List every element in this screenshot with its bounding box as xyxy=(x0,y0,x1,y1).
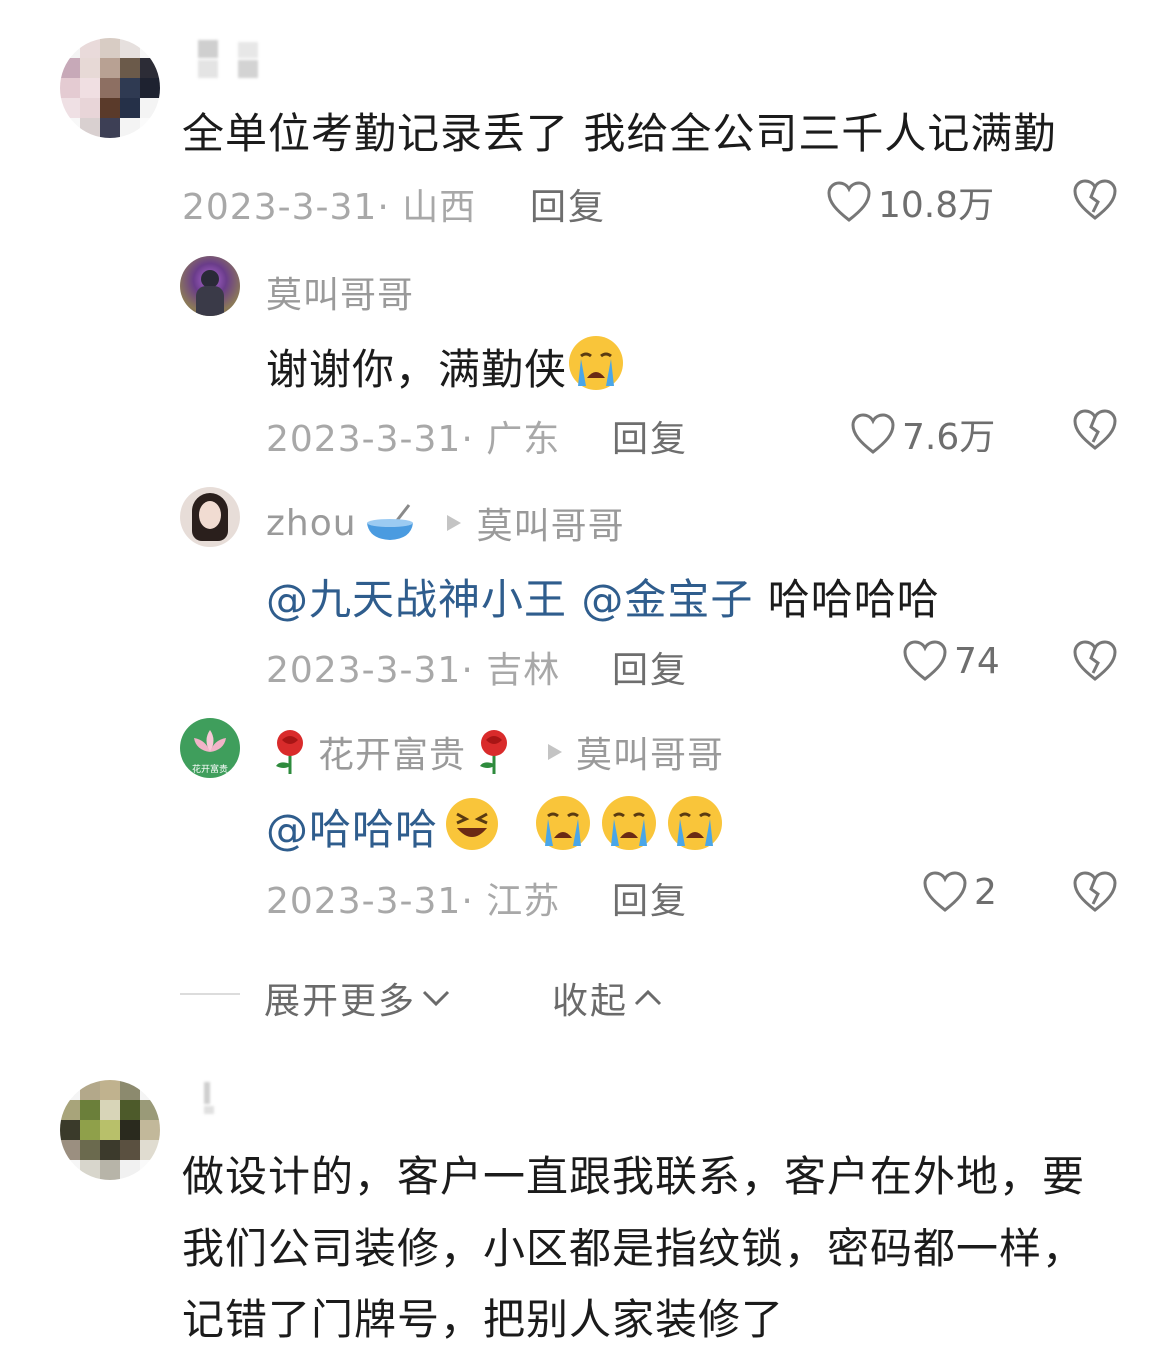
username-redacted xyxy=(200,1082,216,1114)
play-arrow-icon xyxy=(446,515,461,531)
reply-text: @哈哈哈 xyxy=(266,794,724,857)
comment-text-line: 记错了门牌号，把别人家装修了 xyxy=(182,1295,785,1344)
rose-emoji xyxy=(276,730,303,774)
mention-link[interactable]: @金宝子 xyxy=(581,575,753,624)
reply-username[interactable]: 花开富贵 xyxy=(318,726,466,778)
reply-button[interactable]: 回复 xyxy=(612,410,688,462)
reply-location: 吉林 xyxy=(486,650,561,691)
expand-more-label: 展开更多 xyxy=(264,981,417,1022)
heart-icon xyxy=(827,181,871,222)
reply-location: 广东 xyxy=(486,419,561,460)
reply-button[interactable]: 回复 xyxy=(612,872,688,924)
mention-link[interactable]: @哈哈哈 xyxy=(266,805,438,854)
broken-heart-icon xyxy=(1073,179,1117,220)
comment-date: 2023-3-31 xyxy=(182,187,378,228)
heart-icon xyxy=(903,640,947,681)
comment-text-line: 我们公司装修，小区都是指纹锁，密码都一样， xyxy=(182,1224,1086,1273)
comment-text-line: 做设计的，客户一直跟我联系，客户在外地，要 xyxy=(182,1152,1086,1201)
laughing-emoji xyxy=(446,798,499,850)
dislike-button[interactable] xyxy=(1072,639,1118,687)
avatar[interactable] xyxy=(60,1080,160,1180)
comment-location: 山西 xyxy=(402,187,477,228)
dislike-button[interactable] xyxy=(1072,178,1118,226)
play-arrow-icon xyxy=(548,744,563,760)
reply-text: @九天战神小王 @金宝子 哈哈哈哈 xyxy=(266,575,940,624)
like-count: 2 xyxy=(974,871,997,913)
like-count: 10.8万 xyxy=(878,185,995,226)
broken-heart-icon xyxy=(1073,409,1117,450)
reply-button[interactable]: 回复 xyxy=(612,641,688,693)
reply-username[interactable]: 莫叫哥哥 xyxy=(266,266,414,318)
crying-emoji xyxy=(569,336,624,390)
heart-icon xyxy=(923,871,967,912)
avatar[interactable] xyxy=(180,256,240,316)
crying-emoji xyxy=(602,796,657,850)
crying-emoji xyxy=(536,796,591,850)
reply-button[interactable]: 回复 xyxy=(530,178,606,230)
reply-username[interactable]: zhou xyxy=(266,503,357,544)
chevron-down-icon xyxy=(422,990,450,1007)
reply-meta: 2023-3-31· 广东 xyxy=(266,419,561,460)
comment-meta: 2023-3-31· 山西 xyxy=(182,187,477,228)
like-button[interactable]: 10.8万 xyxy=(826,176,994,228)
reply-meta: 2023-3-31· 江苏 xyxy=(266,881,561,922)
like-button[interactable]: 7.6万 xyxy=(850,408,995,460)
like-count: 74 xyxy=(954,640,1000,682)
collapse-button[interactable]: 收起 xyxy=(552,972,664,1024)
chevron-up-icon xyxy=(634,989,662,1006)
like-button[interactable]: 2 xyxy=(922,870,997,914)
like-count: 7.6万 xyxy=(902,417,996,458)
avatar-text: 花开富贵 xyxy=(191,765,228,775)
broken-heart-icon xyxy=(1073,871,1117,912)
divider xyxy=(180,993,240,995)
reply-to-username[interactable]: 莫叫哥哥 xyxy=(576,726,724,778)
reply-header: zhou 莫叫哥哥 xyxy=(266,497,625,549)
reply-location: 江苏 xyxy=(486,881,561,922)
username-redacted xyxy=(198,40,262,80)
reply-to-username[interactable]: 莫叫哥哥 xyxy=(477,497,625,549)
heart-icon xyxy=(851,413,895,454)
dislike-button[interactable] xyxy=(1072,870,1118,918)
collapse-label: 收起 xyxy=(552,981,629,1022)
rose-emoji xyxy=(480,730,508,774)
like-button[interactable]: 74 xyxy=(902,639,1000,683)
bowl-emoji xyxy=(366,504,413,540)
reply-date: 2023-3-31 xyxy=(266,650,462,691)
crying-emoji xyxy=(668,796,723,850)
avatar[interactable]: 花开富贵 xyxy=(180,718,240,778)
reply-text: 谢谢你，满勤侠 xyxy=(266,334,625,397)
mention-link[interactable]: @九天战神小王 xyxy=(266,575,567,624)
avatar[interactable] xyxy=(60,38,160,138)
avatar[interactable] xyxy=(180,487,240,547)
lotus-icon xyxy=(194,730,226,752)
reply-meta: 2023-3-31· 吉林 xyxy=(266,650,561,691)
reply-header: 花开富贵 莫叫哥哥 xyxy=(268,726,724,778)
comment-text: 全单位考勤记录丢了 我给全公司三千人记满勤 xyxy=(182,109,1057,158)
expand-more-button[interactable]: 展开更多 xyxy=(264,972,452,1024)
reply-date: 2023-3-31 xyxy=(266,419,462,460)
reply-date: 2023-3-31 xyxy=(266,881,462,922)
dislike-button[interactable] xyxy=(1072,408,1118,456)
broken-heart-icon xyxy=(1073,640,1117,681)
